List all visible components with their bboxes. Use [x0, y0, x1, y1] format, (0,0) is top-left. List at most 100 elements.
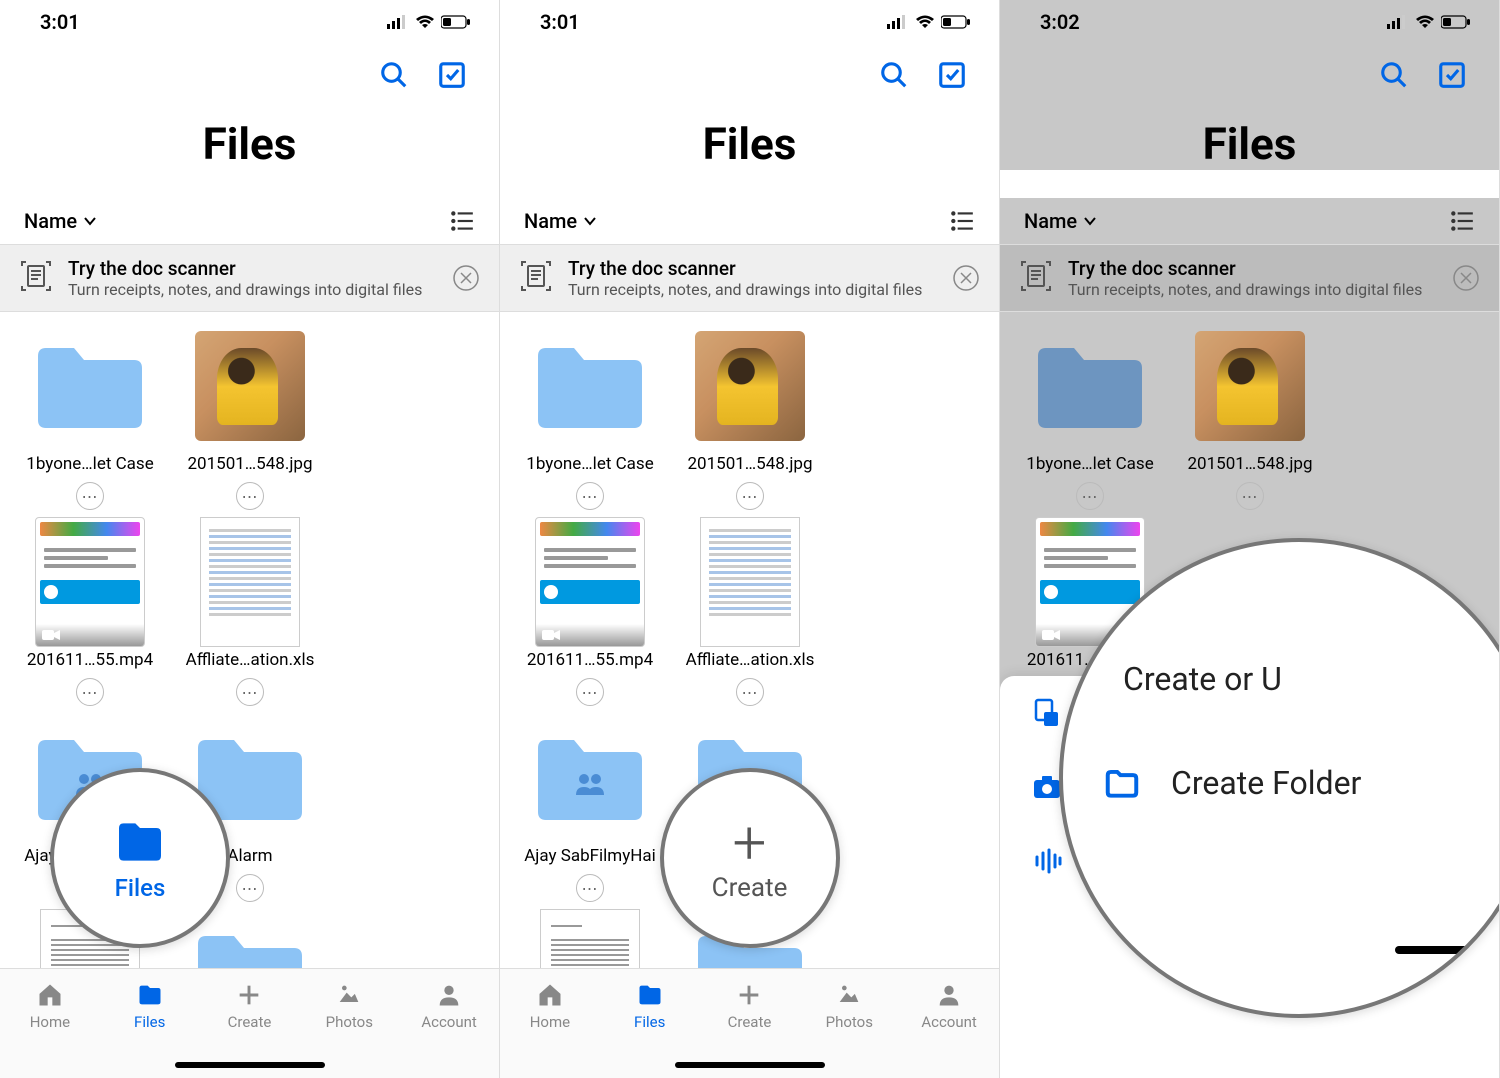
plus-icon: +	[733, 813, 767, 873]
banner-subtitle: Turn receipts, notes, and drawings into …	[1068, 280, 1437, 299]
header: Files	[1000, 44, 1499, 170]
tabbar: Home Files Create Photos Account	[0, 968, 499, 1078]
more-icon[interactable]: ⋯	[576, 482, 604, 510]
tab-files[interactable]: Files	[610, 981, 690, 1031]
page-title: Files	[20, 118, 479, 170]
header: Files	[0, 44, 499, 170]
tab-account[interactable]: Account	[909, 981, 989, 1031]
select-icon[interactable]	[937, 60, 967, 90]
chevron-down-icon	[83, 214, 97, 228]
more-icon[interactable]: ⋯	[736, 482, 764, 510]
search-icon[interactable]	[379, 60, 409, 90]
select-icon[interactable]	[437, 60, 467, 90]
doc-scanner-banner[interactable]: Try the doc scanner Turn receipts, notes…	[0, 244, 499, 312]
chevron-down-icon	[1083, 214, 1097, 228]
tab-create[interactable]: Create	[209, 981, 289, 1031]
battery-icon	[441, 15, 471, 29]
folder-tile[interactable]: 1byone…let Case ⋯	[510, 326, 670, 510]
folder-outline-icon	[1103, 764, 1141, 802]
more-icon[interactable]: ⋯	[1236, 482, 1264, 510]
wifi-icon	[1415, 15, 1435, 29]
more-icon[interactable]: ⋯	[236, 678, 264, 706]
signal-icon	[1387, 15, 1409, 29]
doc-scanner-banner[interactable]: Try the doc scanner Turn receipts, notes…	[1000, 244, 1499, 312]
home-indicator[interactable]	[675, 1062, 825, 1068]
folder-tile[interactable]: 1byone…let Case ⋯	[1010, 326, 1170, 510]
tab-photos[interactable]: Photos	[809, 981, 889, 1031]
search-icon[interactable]	[1379, 60, 1409, 90]
more-icon[interactable]: ⋯	[76, 482, 104, 510]
search-icon[interactable]	[879, 60, 909, 90]
xls-thumbnail	[200, 517, 300, 647]
image-tile[interactable]: 201501…548.jpg ⋯	[170, 326, 330, 510]
doc-scanner-icon	[518, 258, 554, 298]
doc-scanner-icon	[18, 258, 54, 298]
page-title: Files	[520, 118, 979, 170]
tab-account[interactable]: Account	[409, 981, 489, 1031]
video-thumbnail	[35, 517, 145, 647]
status-time: 3:01	[540, 10, 580, 34]
zoom-files-tab: Files	[50, 768, 230, 948]
tab-create[interactable]: Create	[709, 981, 789, 1031]
screenshot-2: 3:01 Files Name Try the doc scanner Turn…	[500, 0, 1000, 1078]
sheet-create-or-upload[interactable]: Create or U	[1063, 642, 1500, 716]
wifi-icon	[915, 15, 935, 29]
tab-home[interactable]: Home	[510, 981, 590, 1031]
video-tile[interactable]: 201611…55.mp4 ⋯	[510, 522, 670, 706]
view-list-icon[interactable]	[949, 208, 975, 234]
banner-title: Try the doc scanner	[68, 257, 437, 280]
close-icon[interactable]	[1451, 263, 1481, 293]
status-icons	[1387, 15, 1471, 29]
close-icon[interactable]	[451, 263, 481, 293]
banner-title: Try the doc scanner	[1068, 257, 1437, 280]
more-icon[interactable]: ⋯	[1076, 482, 1104, 510]
tabbar: Home Files Create Photos Account	[500, 968, 999, 1078]
status-icons	[887, 15, 971, 29]
statusbar: 3:01	[0, 0, 499, 44]
xls-tile[interactable]: Affliate…ation.xls ⋯	[170, 522, 330, 706]
tab-files[interactable]: Files	[110, 981, 190, 1031]
folder-tile[interactable]: 1byone…let Case ⋯	[10, 326, 170, 510]
more-icon[interactable]: ⋯	[236, 482, 264, 510]
sort-button[interactable]: Name	[24, 209, 97, 233]
more-icon[interactable]: ⋯	[736, 678, 764, 706]
banner-subtitle: Turn receipts, notes, and drawings into …	[68, 280, 437, 299]
audio-wave-icon	[1032, 846, 1062, 876]
page-title: Files	[1020, 118, 1479, 170]
banner-title: Try the doc scanner	[568, 257, 937, 280]
sort-row: Name	[1000, 198, 1499, 244]
more-icon[interactable]: ⋯	[236, 874, 264, 902]
sort-row: Name	[0, 198, 499, 244]
sheet-create-folder[interactable]: Create Folder	[1063, 746, 1500, 820]
tab-photos[interactable]: Photos	[309, 981, 389, 1031]
shared-folder-tile[interactable]: Ajay SabFilmyHai ⋯	[510, 718, 670, 902]
more-icon[interactable]: ⋯	[576, 874, 604, 902]
camera-icon	[1032, 772, 1062, 802]
view-list-icon[interactable]	[1449, 208, 1475, 234]
view-list-icon[interactable]	[449, 208, 475, 234]
video-tile[interactable]: 201611…55.mp4 ⋯	[10, 522, 170, 706]
image-tile[interactable]: 201501…548.jpg ⋯	[1170, 326, 1330, 510]
home-indicator[interactable]	[1395, 946, 1500, 954]
wifi-icon	[415, 15, 435, 29]
battery-icon	[941, 15, 971, 29]
more-icon[interactable]: ⋯	[576, 678, 604, 706]
doc-scanner-banner[interactable]: Try the doc scanner Turn receipts, notes…	[500, 244, 999, 312]
image-tile[interactable]: 201501…548.jpg ⋯	[670, 326, 830, 510]
tab-home[interactable]: Home	[10, 981, 90, 1031]
close-icon[interactable]	[951, 263, 981, 293]
xls-tile[interactable]: Affliate…ation.xls ⋯	[670, 522, 830, 706]
home-indicator[interactable]	[175, 1062, 325, 1068]
sort-button[interactable]: Name	[1024, 209, 1097, 233]
zoom-create-tab: + Create	[660, 768, 840, 948]
more-icon[interactable]: ⋯	[76, 678, 104, 706]
header: Files	[500, 44, 999, 170]
select-icon[interactable]	[1437, 60, 1467, 90]
screenshot-1: 3:01 Files Name Try the doc scanner Turn…	[0, 0, 500, 1078]
scan-document-icon	[1032, 698, 1062, 728]
sort-button[interactable]: Name	[524, 209, 597, 233]
signal-icon	[887, 15, 909, 29]
file-grid: 1byone…let Case ⋯ 201501…548.jpg ⋯ 20161…	[0, 312, 499, 1078]
sort-row: Name	[500, 198, 999, 244]
signal-icon	[387, 15, 409, 29]
